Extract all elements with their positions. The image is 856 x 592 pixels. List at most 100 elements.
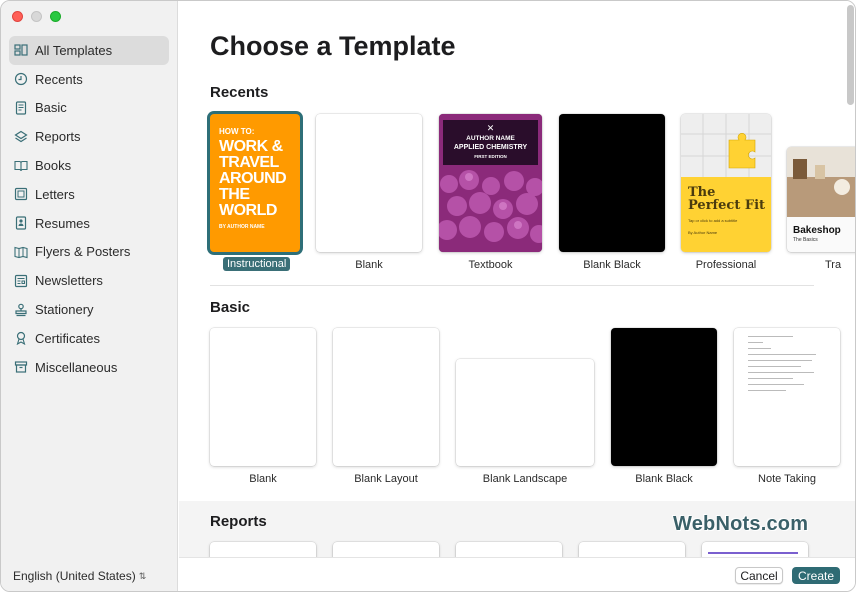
template-caption-partial[interactable]: Tra [825,259,841,271]
sidebar-item-label: Flyers & Posters [35,244,131,260]
cover-text: HOW TO: [219,127,255,136]
template-thumb-bakeshop[interactable]: Bakeshop The Basics [787,147,855,252]
vertical-scrollbar[interactable] [847,5,854,105]
template-thumb-blank[interactable] [316,114,422,252]
template-caption-blank-landscape[interactable]: Blank Landscape [456,473,594,485]
letter-icon [14,187,28,201]
template-thumb-report[interactable] [456,542,562,557]
resume-icon [14,216,28,230]
close-icon: ✕ [486,123,495,133]
section-divider [210,285,814,286]
cover-text: APPLIED CHEMISTRY [453,144,528,151]
zoom-window-button[interactable] [50,11,61,22]
puzzle-image [681,114,771,177]
dialog-footer: Cancel Create [179,557,855,591]
sidebar-item-recents[interactable]: Recents [9,65,169,94]
template-caption-blank[interactable]: Blank [210,473,316,485]
sidebar-item-label: Stationery [35,302,94,318]
sidebar-item-label: Letters [35,186,75,202]
template-thumb-report[interactable] [333,542,439,557]
template-thumb-blank-landscape[interactable] [456,359,594,466]
template-caption-blank-layout[interactable]: Blank Layout [333,473,439,485]
document-icon [14,101,28,115]
cover-text: The Perfect Fit [688,185,766,213]
template-caption-blank[interactable]: Blank [316,259,422,271]
sidebar-item-resumes[interactable]: Resumes [9,209,169,238]
sidebar-item-books[interactable]: Books [9,151,169,180]
cover-text: BY AUTHOR NAME [219,224,265,230]
chevron-up-down-icon: ⇅ [138,570,147,581]
template-thumb-blank-black[interactable] [559,114,665,252]
template-thumb-instructional[interactable]: HOW TO: WORK & TRAVEL AROUND THE WORLD B… [210,114,300,252]
sidebar-item-label: All Templates [35,42,113,58]
template-caption-professional[interactable]: Professional [681,259,771,271]
sidebar-item-label: Books [35,158,72,174]
cancel-button[interactable]: Cancel [735,567,783,584]
template-caption-blank-black[interactable]: Blank Black [611,473,717,485]
section-title-recents: Recents [210,84,269,101]
note-lines [748,336,823,396]
sidebar-item-miscellaneous[interactable]: Miscellaneous [9,353,169,382]
template-thumb-textbook[interactable]: ✕ AUTHOR NAME APPLIED CHEMISTRY FIRST ED… [439,114,542,252]
newsletter-icon [14,274,28,288]
template-thumb-report[interactable] [702,542,808,557]
sidebar-item-basic[interactable]: Basic [9,94,169,123]
cover-text: AUTHOR NAME [466,135,515,142]
sidebar-item-label: Basic [35,100,67,116]
cover-text: The Basics [793,237,818,243]
sidebar-item-label: Certificates [35,330,101,346]
window-controls [12,11,61,22]
cover-label-box: ✕ AUTHOR NAME APPLIED CHEMISTRY FIRST ED… [443,120,538,165]
watermark: WebNots.com [673,513,809,535]
cover-text: FIRST EDITION [474,154,507,159]
flyer-icon [14,245,28,259]
template-thumb-blank-layout[interactable] [333,328,439,466]
close-window-button[interactable] [12,11,23,22]
template-caption-note-taking[interactable]: Note Taking [734,473,840,485]
cover-text: By Author Name [688,230,718,235]
sidebar-item-label: Reports [35,129,81,145]
sidebar-item-label: Miscellaneous [35,359,118,375]
reports-icon [14,130,28,144]
template-thumb-professional[interactable]: The Perfect Fit Tap or click to add a su… [681,114,771,252]
template-thumb-report[interactable] [579,542,685,557]
sidebar-item-certificates[interactable]: Certificates [9,324,169,353]
create-button[interactable]: Create [792,567,840,584]
sidebar-item-all-templates[interactable]: All Templates [9,36,169,65]
sidebar-item-stationery[interactable]: Stationery [9,295,169,324]
sidebar-nav: All Templates Recents Basic Reports Book… [9,36,169,382]
template-thumb-blank[interactable] [210,328,316,466]
sidebar-item-flyers-posters[interactable]: Flyers & Posters [9,238,169,267]
sidebar-item-label: Recents [35,71,83,87]
template-thumb-blank-black[interactable] [611,328,717,466]
template-thumb-report[interactable] [210,542,316,557]
sidebar-item-label: Resumes [35,215,90,231]
section-title-basic: Basic [210,299,251,316]
minimize-window-button[interactable] [31,11,42,22]
bakery-image [787,147,855,217]
template-caption-blank-black[interactable]: Blank Black [559,259,665,271]
template-thumb-note-taking[interactable] [734,328,840,466]
cover-text: Bakeshop [793,225,841,236]
clock-icon [14,72,28,86]
book-icon [14,159,28,173]
sidebar-item-newsletters[interactable]: Newsletters [9,266,169,295]
all-templates-icon [14,43,28,57]
template-chooser-window: All Templates Recents Basic Reports Book… [0,0,856,592]
stamp-icon [14,303,28,317]
ribbon-icon [14,331,28,346]
sidebar-item-reports[interactable]: Reports [9,122,169,151]
page-title: Choose a Template [210,31,456,61]
cover-text: WORK & TRAVEL AROUND THE WORLD [219,138,287,219]
sidebar-item-letters[interactable]: Letters [9,180,169,209]
cover-text: Tap or click to add a subtitle [688,218,738,223]
section-title-reports: Reports [210,513,267,530]
language-selector[interactable]: English (United States) ⇅ [13,569,146,583]
template-gallery: Choose a Template Recents HOW TO: WORK &… [179,1,855,557]
template-caption-textbook[interactable]: Textbook [439,259,542,271]
sidebar-item-label: Newsletters [35,273,103,289]
language-label: English (United States) [13,569,136,583]
template-caption-instructional[interactable]: Instructional [223,257,291,271]
sidebar: All Templates Recents Basic Reports Book… [1,1,178,591]
box-icon [14,360,28,374]
